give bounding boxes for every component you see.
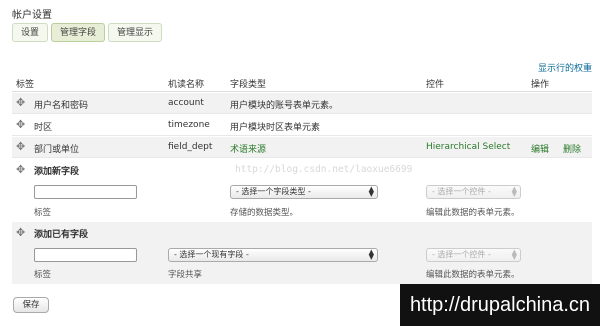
- col-label-header: 标签: [16, 80, 35, 90]
- existing-field-select[interactable]: - 选择一个现有字段 - ▲ ▼: [168, 248, 378, 262]
- delete-link[interactable]: 删除: [563, 142, 581, 155]
- drag-handle-icon[interactable]: ✥: [16, 97, 27, 108]
- select-arrows-icon: ▲ ▼: [511, 185, 517, 198]
- row-machine-name: field_dept: [168, 142, 213, 152]
- add-existing-field-section: ✥ 添加已有字段 标签 - 选择一个现有字段 - ▲ ▼ 字段共享 - 选择一个控…: [12, 222, 592, 284]
- row-field-type: 用户模块时区表单元素: [230, 123, 321, 133]
- row-machine-name: timezone: [168, 120, 210, 130]
- new-field-label-input[interactable]: [34, 185, 137, 199]
- tab-manage-fields[interactable]: 管理字段: [51, 23, 106, 42]
- add-existing-field-title: 添加已有字段: [34, 230, 89, 240]
- watermark: http://blog.csdn.net/laoxue6699: [235, 164, 413, 175]
- drag-handle-icon[interactable]: ✥: [16, 141, 27, 152]
- page-title: 帐户设置: [12, 10, 52, 21]
- table-header: 标签 机读名称 字段类型 控件 操作: [12, 74, 592, 92]
- col-operations-header: 操作: [531, 80, 550, 90]
- existing-field-label-input[interactable]: [34, 248, 137, 262]
- table-row: ✥ 部门或单位 field_dept 术语来源 Hierarchical Sel…: [12, 137, 592, 158]
- row-label: 时区: [34, 123, 53, 133]
- new-field-widget-desc: 编辑此数据的表单元素。: [426, 208, 520, 218]
- col-widget-header: 控件: [426, 80, 445, 90]
- tab-bar: 设置 管理字段 管理显示: [12, 23, 163, 42]
- table-row: ✥ 时区 timezone 用户模块时区表单元素: [12, 115, 592, 136]
- row-widget-link[interactable]: Hierarchical Select: [426, 142, 510, 152]
- row-field-type: 用户模块的账号表单元素。: [230, 101, 339, 111]
- add-new-field-title: 添加新字段: [34, 167, 80, 177]
- tab-manage-display[interactable]: 管理显示: [108, 23, 163, 42]
- row-field-type-link[interactable]: 术语来源: [230, 142, 266, 155]
- select-arrows-icon: ▲ ▼: [368, 248, 374, 261]
- field-type-desc: 存储的数据类型。: [230, 208, 299, 218]
- field-type-select[interactable]: - 选择一个字段类型 - ▲ ▼: [230, 185, 378, 199]
- col-machine-header: 机读名称: [168, 80, 205, 90]
- show-row-weights-link[interactable]: 显示行的权重: [538, 61, 592, 74]
- table-row: ✥ 用户名和密码 account 用户模块的账号表单元素。: [12, 93, 592, 114]
- drag-handle-icon[interactable]: ✥: [16, 164, 27, 175]
- select-arrows-icon: ▲ ▼: [368, 185, 374, 198]
- drag-handle-icon[interactable]: ✥: [16, 227, 27, 238]
- existing-field-widget-select[interactable]: - 选择一个控件 - ▲ ▼: [426, 248, 521, 262]
- row-label: 用户名和密码: [34, 101, 89, 111]
- new-field-widget-select[interactable]: - 选择一个控件 - ▲ ▼: [426, 185, 521, 199]
- tab-settings[interactable]: 设置: [12, 23, 49, 42]
- existing-field-widget-desc: 编辑此数据的表单元素。: [426, 270, 520, 280]
- new-field-label-desc: 标签: [34, 208, 52, 218]
- existing-field-desc: 字段共享: [168, 270, 203, 280]
- brand-banner: http://drupalchina.cn: [400, 284, 600, 326]
- drag-handle-icon[interactable]: ✥: [16, 119, 27, 130]
- col-type-header: 字段类型: [230, 80, 267, 90]
- edit-link[interactable]: 编辑: [531, 142, 549, 155]
- save-button[interactable]: 保存: [13, 297, 49, 313]
- row-machine-name: account: [168, 98, 204, 108]
- row-label: 部门或单位: [34, 145, 80, 155]
- existing-field-label-desc: 标签: [34, 270, 52, 280]
- select-arrows-icon: ▲ ▼: [511, 248, 517, 261]
